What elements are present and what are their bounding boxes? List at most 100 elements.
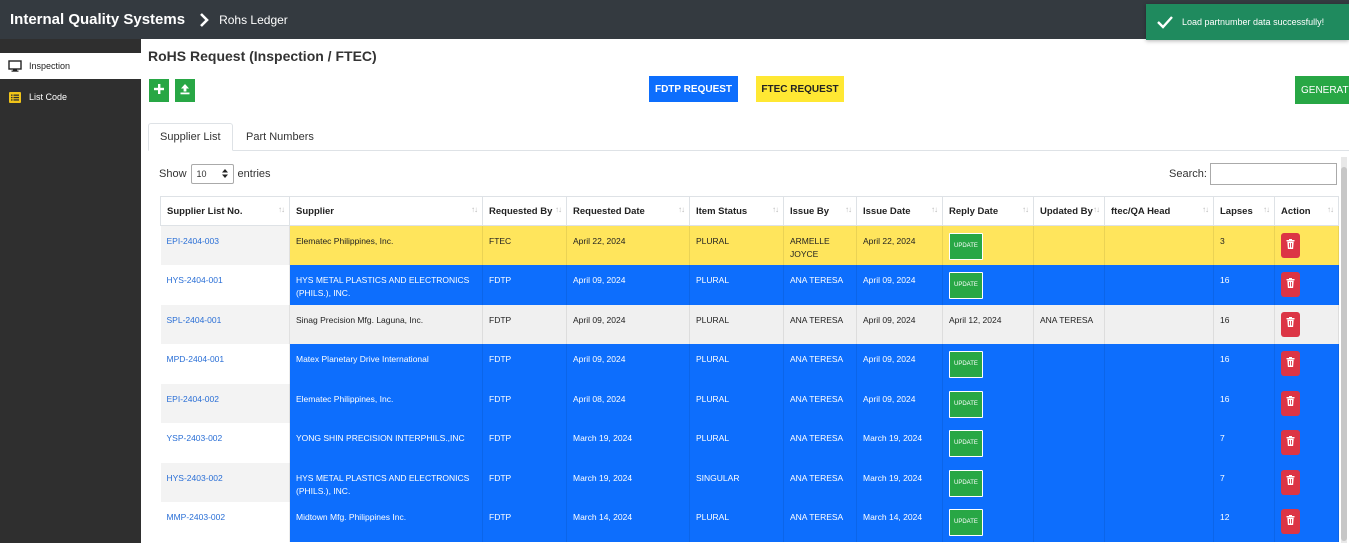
item-status-cell: PLURAL bbox=[689, 502, 784, 542]
action-cell bbox=[1274, 502, 1339, 542]
col-header[interactable]: Item Status ↑↓ bbox=[689, 196, 784, 226]
table-row: HYS-2403-002 HYS METAL PLASTICS AND ELECT… bbox=[160, 462, 1339, 502]
col-header[interactable]: Action ↑↓ bbox=[1274, 196, 1339, 226]
supplier-list-no-link[interactable]: EPI-2404-002 bbox=[160, 383, 290, 423]
entries-control: Show 10 entries bbox=[159, 164, 271, 184]
sidebar-item-inspection[interactable]: Inspection bbox=[0, 53, 141, 79]
update-button[interactable]: UPDATE bbox=[949, 390, 983, 418]
requested-by-cell: FTEC bbox=[482, 225, 567, 265]
lapses-cell: 7 bbox=[1213, 423, 1275, 463]
search-input[interactable] bbox=[1209, 163, 1337, 185]
update-button[interactable]: UPDATE bbox=[949, 351, 983, 378]
supplier-list-no-link[interactable]: YSP-2403-002 bbox=[160, 423, 290, 463]
col-header[interactable]: Reply Date ↑↓ bbox=[942, 196, 1034, 226]
col-header[interactable]: Lapses ↑↓ bbox=[1213, 196, 1275, 226]
qa-head-cell bbox=[1104, 344, 1214, 384]
sidebar-item-label: List Code bbox=[29, 92, 68, 102]
action-cell bbox=[1274, 423, 1339, 463]
delete-button[interactable] bbox=[1281, 233, 1300, 258]
lapses-cell: 12 bbox=[1213, 502, 1275, 542]
reply-date-cell: UPDATE bbox=[942, 225, 1034, 265]
col-header[interactable]: Requested By ↑↓ bbox=[482, 196, 567, 226]
entries-value: 10 bbox=[196, 169, 207, 179]
supplier-cell: Midtown Mfg. Philippines Inc. bbox=[289, 502, 483, 542]
update-button[interactable]: UPDATE bbox=[949, 469, 983, 497]
update-button[interactable]: UPDATE bbox=[949, 430, 983, 457]
update-button[interactable]: UPDATE bbox=[949, 509, 983, 536]
app-brand[interactable]: Internal Quality Systems bbox=[10, 11, 185, 28]
table-row: MPD-2404-001 Matex Planetary Drive Intern… bbox=[160, 344, 1339, 384]
issue-by-cell: ANA TERESA bbox=[783, 502, 857, 542]
lapses-cell: 16 bbox=[1213, 383, 1275, 423]
trash-icon bbox=[1286, 514, 1295, 529]
add-button[interactable] bbox=[149, 79, 169, 102]
table-row: EPI-2404-002 Elematec Philippines, Inc. FD… bbox=[160, 383, 1339, 423]
col-header[interactable]: Supplier ↑↓ bbox=[289, 196, 483, 226]
col-header[interactable]: Updated By ↑↓ bbox=[1033, 196, 1105, 226]
item-status-cell: PLURAL bbox=[689, 423, 784, 463]
col-header[interactable]: Issue Date ↑↓ bbox=[856, 196, 943, 226]
delete-button[interactable] bbox=[1281, 469, 1300, 495]
updated-by-cell bbox=[1033, 462, 1105, 502]
supplier-list-no-link[interactable]: HYS-2403-002 bbox=[160, 462, 290, 502]
monitor-icon bbox=[8, 60, 22, 72]
requested-by-cell: FDTP bbox=[482, 304, 567, 344]
tab-supplier-list[interactable]: Supplier List bbox=[148, 123, 233, 151]
delete-button[interactable] bbox=[1281, 390, 1300, 416]
col-header[interactable]: Supplier List No. ↑↓ bbox=[160, 196, 290, 226]
sidebar: Inspection List Code bbox=[0, 39, 141, 543]
supplier-list-no-link[interactable]: EPI-2404-003 bbox=[160, 225, 290, 265]
fdtp-request-button[interactable]: FDTP REQUEST bbox=[649, 76, 738, 102]
qa-head-cell bbox=[1104, 383, 1214, 423]
upload-button[interactable] bbox=[175, 79, 195, 102]
supplier-table: Supplier List No. ↑↓ Supplier ↑↓ Requested… bbox=[160, 196, 1339, 542]
sidebar-item-list-code[interactable]: List Code bbox=[0, 84, 141, 110]
sort-icon: ↑↓ bbox=[931, 205, 938, 214]
update-button[interactable]: UPDATE bbox=[949, 272, 983, 299]
trash-icon bbox=[1286, 277, 1295, 292]
table-row: HYS-2404-001 HYS METAL PLASTICS AND ELECT… bbox=[160, 265, 1339, 305]
updated-by-cell bbox=[1033, 383, 1105, 423]
item-status-cell: PLURAL bbox=[689, 265, 784, 305]
qa-head-cell bbox=[1104, 502, 1214, 542]
requested-by-cell: FDTP bbox=[482, 423, 567, 463]
scrollbar-thumb[interactable] bbox=[1341, 167, 1347, 541]
updated-by-cell bbox=[1033, 265, 1105, 305]
delete-button[interactable] bbox=[1281, 351, 1300, 376]
col-header[interactable]: Requested Date ↑↓ bbox=[566, 196, 690, 226]
lapses-cell: 3 bbox=[1213, 225, 1275, 265]
ftec-request-button[interactable]: FTEC REQUEST bbox=[756, 76, 844, 102]
success-toast[interactable]: Load partnumber data successfully! bbox=[1146, 4, 1349, 40]
delete-button[interactable] bbox=[1281, 509, 1300, 534]
tab-part-numbers[interactable]: Part Numbers bbox=[235, 123, 325, 151]
updated-by-cell: ANA TERESA bbox=[1033, 304, 1105, 344]
requested-date-cell: April 09, 2024 bbox=[566, 304, 690, 344]
qa-head-cell bbox=[1104, 304, 1214, 344]
supplier-list-no-link[interactable]: MPD-2404-001 bbox=[160, 344, 290, 384]
supplier-list-no-link[interactable]: MMP-2403-002 bbox=[160, 502, 290, 542]
issue-date-cell: March 19, 2024 bbox=[856, 423, 943, 463]
delete-button[interactable] bbox=[1281, 272, 1300, 297]
requested-date-cell: March 14, 2024 bbox=[566, 502, 690, 542]
requested-date-cell: April 22, 2024 bbox=[566, 225, 690, 265]
breadcrumb-current[interactable]: Rohs Ledger bbox=[219, 13, 288, 27]
generate-button[interactable]: GENERAT bbox=[1295, 76, 1349, 104]
updated-by-cell bbox=[1033, 423, 1105, 463]
delete-button[interactable] bbox=[1281, 430, 1300, 455]
entries-select[interactable]: 10 bbox=[190, 164, 234, 184]
requested-by-cell: FDTP bbox=[482, 344, 567, 384]
list-icon bbox=[8, 91, 22, 103]
col-header[interactable]: ftec/QA Head ↑↓ bbox=[1104, 196, 1214, 226]
reply-date-cell: UPDATE bbox=[942, 344, 1034, 384]
supplier-list-no-link[interactable]: HYS-2404-001 bbox=[160, 265, 290, 305]
col-header[interactable]: Issue By ↑↓ bbox=[783, 196, 857, 226]
action-cell bbox=[1274, 265, 1339, 305]
reply-date-cell: UPDATE bbox=[942, 265, 1034, 305]
show-label: Show bbox=[159, 168, 187, 180]
vertical-scrollbar[interactable] bbox=[1341, 157, 1347, 543]
delete-button[interactable] bbox=[1281, 311, 1300, 337]
issue-by-cell: ANA TERESA bbox=[783, 265, 857, 305]
supplier-cell: HYS METAL PLASTICS AND ELECTRONICS (PHIL… bbox=[289, 462, 483, 502]
supplier-list-no-link[interactable]: SPL-2404-001 bbox=[160, 304, 290, 344]
update-button[interactable]: UPDATE bbox=[949, 233, 983, 260]
